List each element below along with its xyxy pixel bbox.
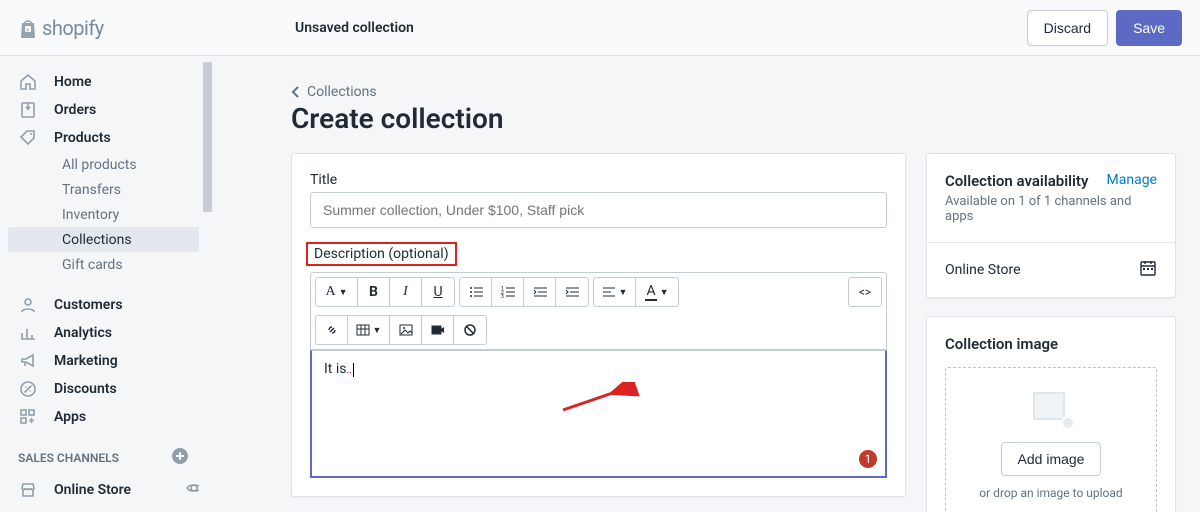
code-view-button[interactable]: <>	[849, 278, 881, 306]
image-button[interactable]	[390, 316, 422, 344]
bold-button[interactable]: B	[358, 278, 390, 306]
outdent-button[interactable]	[524, 278, 556, 306]
add-channel-icon[interactable]	[171, 447, 189, 468]
sidebar-scrollbar[interactable]	[199, 56, 215, 512]
discounts-icon	[18, 379, 38, 399]
indent-button[interactable]	[556, 278, 588, 306]
error-badge: 1	[859, 450, 877, 468]
calendar-icon[interactable]	[1139, 259, 1157, 281]
number-list-button[interactable]: 123	[492, 278, 524, 306]
italic-button[interactable]: I	[390, 278, 422, 306]
home-icon	[18, 72, 38, 92]
logo-text: shopify	[42, 16, 104, 40]
image-dropzone[interactable]: Add image or drop an image to upload	[945, 367, 1157, 512]
title-card: Title Description (optional) A▼ B I U 12…	[291, 153, 906, 497]
shopify-bag-icon	[18, 17, 38, 39]
drop-hint: or drop an image to upload	[956, 486, 1146, 500]
nav-apps[interactable]: Apps	[0, 403, 215, 431]
description-label: Description (optional)	[306, 242, 457, 266]
underline-button[interactable]: U	[422, 278, 454, 306]
clear-format-button[interactable]	[454, 316, 486, 344]
subnav-gift-cards[interactable]: Gift cards	[8, 252, 207, 277]
nav-discounts[interactable]: Discounts	[0, 375, 215, 403]
description-editor[interactable]: It is.. 1	[310, 350, 887, 478]
title-input[interactable]	[310, 192, 887, 228]
subnav-inventory[interactable]: Inventory	[8, 202, 207, 227]
image-card: Collection image Add image or drop an im…	[926, 316, 1176, 512]
apps-icon	[18, 407, 38, 427]
nav-customers[interactable]: Customers	[0, 291, 215, 319]
availability-text: Available on 1 of 1 channels and apps	[945, 194, 1157, 224]
customers-icon	[18, 295, 38, 315]
nav-marketing[interactable]: Marketing	[0, 347, 215, 375]
link-button[interactable]	[316, 316, 348, 344]
products-icon	[18, 128, 38, 148]
top-bar: shopify Unsaved collection Discard Save	[0, 0, 1200, 56]
marketing-icon	[18, 351, 38, 371]
bullet-list-button[interactable]	[460, 278, 492, 306]
editor-toolbar: A▼ B I U 123 ▼ A▼	[310, 272, 887, 350]
orders-icon	[18, 100, 38, 120]
page-status: Unsaved collection	[215, 20, 1027, 36]
chevron-left-icon	[291, 85, 301, 99]
image-placeholder-icon	[1029, 388, 1073, 428]
analytics-icon	[18, 323, 38, 343]
subnav-transfers[interactable]: Transfers	[8, 177, 207, 202]
align-button[interactable]: ▼	[594, 278, 636, 306]
logo[interactable]: shopify	[0, 16, 215, 40]
discard-button[interactable]: Discard	[1027, 10, 1108, 46]
availability-card: Collection availability Manage Available…	[926, 153, 1176, 298]
video-button[interactable]	[422, 316, 454, 344]
text-color-button[interactable]: A▼	[636, 278, 678, 306]
save-button[interactable]: Save	[1116, 10, 1182, 46]
store-icon	[18, 480, 38, 500]
svg-text:3: 3	[501, 294, 504, 298]
availability-title: Collection availability	[945, 172, 1088, 190]
page-title: Create collection	[291, 102, 1176, 135]
nav-products[interactable]: Products	[0, 124, 215, 152]
subnav-collections[interactable]: Collections	[8, 227, 207, 252]
nav-orders[interactable]: Orders	[0, 96, 215, 124]
nav-home[interactable]: Home	[0, 68, 215, 96]
table-button[interactable]: ▼	[348, 316, 390, 344]
nav-online-store[interactable]: Online Store	[0, 476, 215, 504]
breadcrumb-back[interactable]: Collections	[291, 84, 1176, 100]
font-style-button[interactable]: A▼	[316, 278, 358, 306]
title-label: Title	[310, 172, 887, 188]
nav-analytics[interactable]: Analytics	[0, 319, 215, 347]
sales-channels-header: SALES CHANNELS	[0, 431, 215, 476]
add-image-button[interactable]: Add image	[1001, 442, 1102, 476]
channel-online-store: Online Store	[945, 262, 1021, 278]
subnav-all-products[interactable]: All products	[8, 152, 207, 177]
main-content: Collections Create collection Title Desc…	[215, 56, 1200, 512]
manage-link[interactable]: Manage	[1107, 172, 1157, 188]
sidebar: Home Orders Products All products Transf…	[0, 56, 215, 512]
image-title: Collection image	[945, 335, 1157, 353]
